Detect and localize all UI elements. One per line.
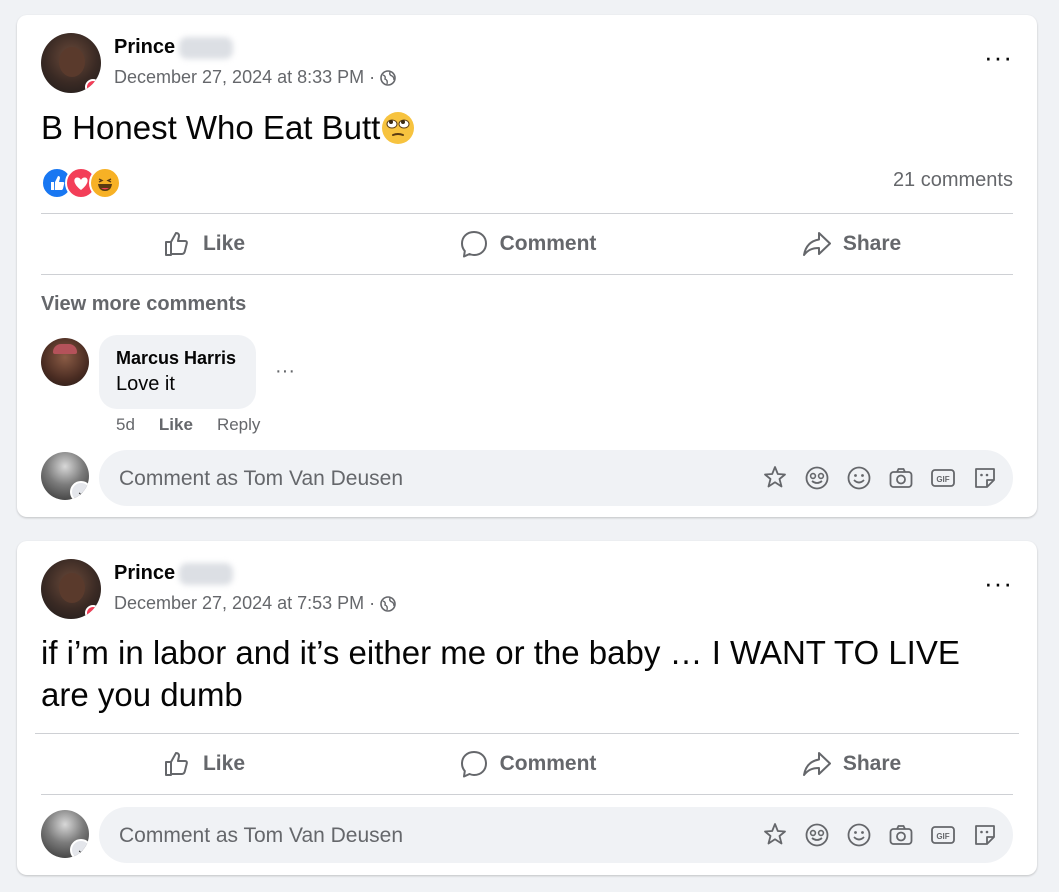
- comment-bubble: Marcus Harris Love it: [99, 335, 256, 409]
- post-options-button[interactable]: ···: [984, 570, 1013, 596]
- avatar-cap: [53, 344, 77, 354]
- thumbs-up-icon: [164, 232, 188, 256]
- divider: [35, 733, 1019, 734]
- meta-separator: ·: [369, 67, 376, 87]
- comment-input[interactable]: [117, 450, 621, 508]
- divider: [41, 213, 1013, 214]
- sticker-icon[interactable]: [971, 821, 999, 849]
- comment-composer: GIF: [99, 807, 1013, 865]
- avatar-frame-heart-icon: [85, 79, 101, 93]
- composer-icons: GIF: [761, 464, 999, 492]
- avatar-sticker-icon[interactable]: [761, 821, 789, 849]
- view-more-comments-link[interactable]: View more comments: [41, 293, 246, 316]
- svg-text:GIF: GIF: [936, 832, 949, 841]
- share-arrow-icon: [802, 752, 831, 776]
- comment-age[interactable]: 5d: [116, 415, 135, 435]
- reaction-summary[interactable]: [41, 167, 131, 199]
- post-text-content: B Honest Who Eat Butt: [41, 109, 381, 146]
- comment-options-button[interactable]: ···: [275, 360, 295, 383]
- post-card: Prince December 27, 2024 at 7:53 PM · ··…: [17, 541, 1037, 875]
- commenter-avatar[interactable]: [41, 338, 89, 386]
- current-user-avatar[interactable]: ⌄: [41, 452, 89, 500]
- gif-icon[interactable]: GIF: [929, 464, 957, 492]
- like-button[interactable]: Like: [41, 735, 365, 793]
- haha-reaction-icon: [89, 167, 121, 199]
- eye-roll-emoji-icon: [382, 112, 415, 144]
- comment-input[interactable]: [117, 807, 621, 865]
- smiley-icon[interactable]: [845, 464, 873, 492]
- post-card: Prince December 27, 2024 at 8:33 PM · ··…: [17, 15, 1037, 517]
- share-label: Share: [842, 232, 902, 255]
- camera-icon[interactable]: [887, 821, 915, 849]
- post-text: if i’m in labor and it’s either me or th…: [41, 634, 960, 713]
- globe-icon[interactable]: [380, 69, 396, 86]
- thumbs-up-icon: [164, 752, 188, 776]
- comment-like-button[interactable]: Like: [159, 415, 193, 435]
- avatar-sticker-icon[interactable]: [761, 464, 789, 492]
- comment-composer: GIF: [99, 450, 1013, 508]
- redacted-surname: [179, 37, 233, 59]
- comment-label: Comment: [499, 232, 597, 255]
- divider: [41, 274, 1013, 275]
- emoji-sticker-icon[interactable]: [803, 464, 831, 492]
- author-avatar[interactable]: [41, 33, 101, 93]
- author-avatar[interactable]: [41, 559, 101, 619]
- emoji-sticker-icon[interactable]: [803, 821, 831, 849]
- avatar-frame-heart-icon: [85, 605, 101, 619]
- comment-label: Comment: [499, 752, 597, 775]
- camera-icon[interactable]: [887, 464, 915, 492]
- redacted-surname: [179, 563, 233, 585]
- like-button[interactable]: Like: [41, 215, 365, 273]
- comment-text: Love it: [116, 373, 175, 395]
- share-button[interactable]: Share: [689, 735, 1013, 793]
- avatar-face: [59, 47, 85, 77]
- post-options-button[interactable]: ···: [984, 44, 1013, 70]
- divider: [41, 794, 1013, 795]
- comment-reply-button[interactable]: Reply: [217, 415, 260, 435]
- share-button[interactable]: Share: [689, 215, 1013, 273]
- post-meta: December 27, 2024 at 8:33 PM ·: [114, 67, 396, 88]
- post-text: B Honest Who Eat Butt: [41, 107, 415, 149]
- chevron-down-icon[interactable]: ⌄: [70, 839, 89, 858]
- post-timestamp[interactable]: December 27, 2024 at 8:33 PM: [114, 67, 364, 88]
- avatar-face: [59, 573, 85, 603]
- like-label: Like: [202, 232, 246, 255]
- comment-actions: 5d Like Reply: [116, 415, 260, 435]
- post-meta: December 27, 2024 at 7:53 PM ·: [114, 593, 396, 614]
- globe-icon[interactable]: [380, 595, 396, 612]
- share-label: Share: [842, 752, 902, 775]
- share-arrow-icon: [802, 232, 831, 256]
- gif-icon[interactable]: GIF: [929, 821, 957, 849]
- post-action-row: Like Comment Share: [41, 735, 1013, 793]
- smiley-icon[interactable]: [845, 821, 873, 849]
- comment-bubble-icon: [460, 231, 487, 258]
- author-name[interactable]: Prince: [114, 562, 175, 585]
- sticker-icon[interactable]: [971, 464, 999, 492]
- like-label: Like: [202, 752, 246, 775]
- author-name[interactable]: Prince: [114, 36, 175, 59]
- composer-icons: GIF: [761, 821, 999, 849]
- post-action-row: Like Comment Share: [41, 215, 1013, 273]
- meta-separator: ·: [369, 593, 376, 613]
- svg-text:GIF: GIF: [936, 475, 949, 484]
- comment-author[interactable]: Marcus Harris: [116, 348, 236, 369]
- post-timestamp[interactable]: December 27, 2024 at 7:53 PM: [114, 593, 364, 614]
- comment-button[interactable]: Comment: [365, 215, 689, 273]
- comment-button[interactable]: Comment: [365, 735, 689, 793]
- comment-bubble-icon: [460, 751, 487, 778]
- current-user-avatar[interactable]: ⌄: [41, 810, 89, 858]
- chevron-down-icon[interactable]: ⌄: [70, 481, 89, 500]
- comments-count-link[interactable]: 21 comments: [893, 169, 1013, 192]
